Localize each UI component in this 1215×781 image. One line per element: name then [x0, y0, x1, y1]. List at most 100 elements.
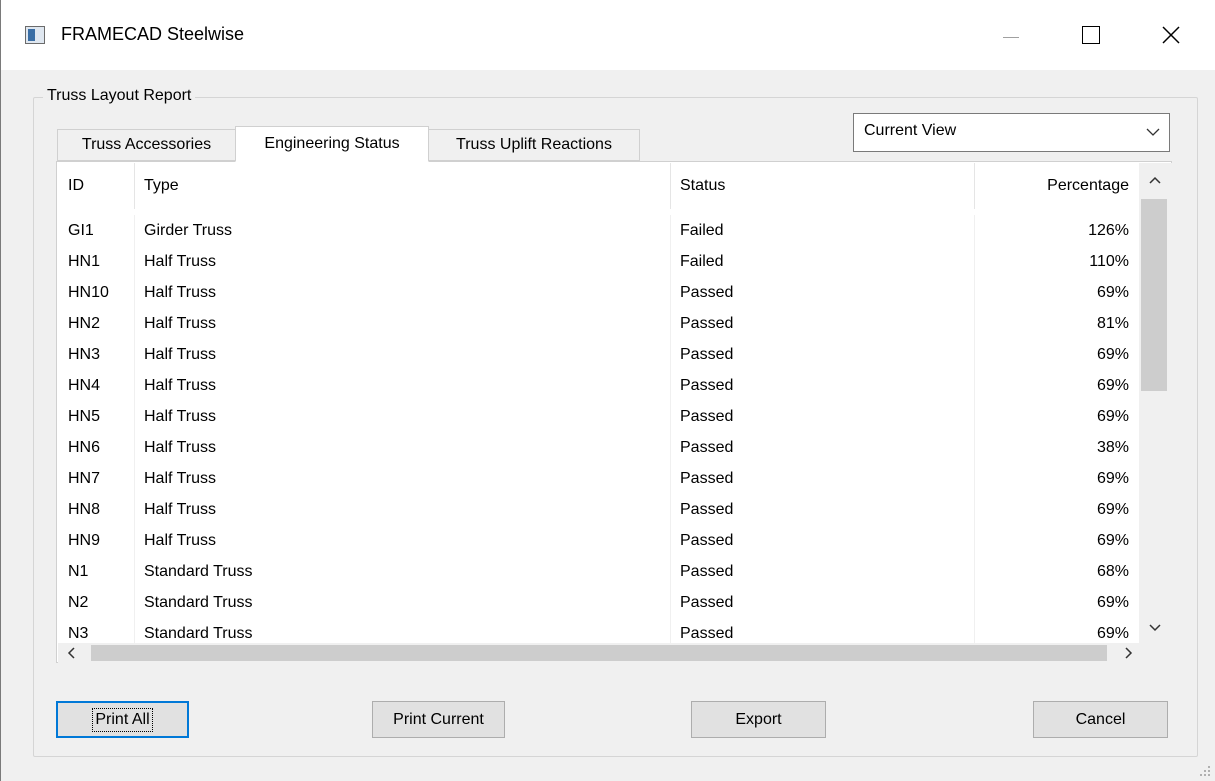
cell-status: Passed: [680, 346, 734, 363]
cell-percentage: 69%: [1096, 346, 1129, 363]
scroll-left-icon[interactable]: [64, 645, 80, 661]
cell-percentage: 38%: [1096, 439, 1129, 456]
column-header-type[interactable]: Type: [134, 163, 670, 209]
row-divider: [670, 525, 671, 556]
column-header-percentage[interactable]: Percentage: [974, 163, 1139, 209]
row-divider: [134, 525, 135, 556]
table-row[interactable]: HN1 Half Truss Failed 110%: [58, 246, 1139, 277]
cell-status: Passed: [680, 625, 734, 642]
close-button[interactable]: [1141, 0, 1201, 70]
row-divider: [974, 587, 975, 618]
horizontal-scroll-thumb[interactable]: [91, 645, 1107, 661]
cell-status: Passed: [680, 594, 734, 611]
cell-status: Passed: [680, 470, 734, 487]
row-divider: [134, 370, 135, 401]
row-divider: [670, 246, 671, 277]
row-divider: [134, 494, 135, 525]
cell-id: HN6: [68, 439, 101, 456]
row-divider: [134, 556, 135, 587]
row-divider: [974, 618, 975, 643]
status-list[interactable]: ID Type Status Percentage GI1 Girder Trus…: [58, 163, 1139, 643]
row-divider: [670, 618, 671, 643]
scroll-right-icon[interactable]: [1120, 645, 1136, 661]
title-bar: FRAMECAD Steelwise: [1, 0, 1215, 70]
row-divider: [670, 277, 671, 308]
row-divider: [670, 432, 671, 463]
cell-percentage: 68%: [1096, 563, 1129, 580]
cell-type: Half Truss: [144, 532, 217, 549]
row-divider: [134, 277, 135, 308]
minimize-button[interactable]: [981, 0, 1041, 70]
chevron-down-icon: [1146, 128, 1160, 136]
cell-type: Girder Truss: [144, 222, 233, 239]
row-divider: [974, 215, 975, 246]
table-row[interactable]: HN7 Half Truss Passed 69%: [58, 463, 1139, 494]
row-divider: [974, 463, 975, 494]
row-divider: [134, 587, 135, 618]
row-divider: [974, 432, 975, 463]
list-rows: GI1 Girder Truss Failed 126% HN1 Half Truss Fa…: [58, 215, 1139, 643]
cell-percentage: 69%: [1096, 532, 1129, 549]
cell-id: N3: [68, 625, 89, 642]
table-row[interactable]: N3 Standard Truss Passed 69%: [58, 618, 1139, 643]
table-row[interactable]: HN10 Half Truss Passed 69%: [58, 277, 1139, 308]
cell-id: HN4: [68, 377, 101, 394]
dialog-window: FRAMECAD Steelwise Truss Layout Report T…: [0, 0, 1215, 781]
row-divider: [974, 494, 975, 525]
tab-engineering-status[interactable]: Engineering Status: [235, 126, 429, 162]
table-row[interactable]: N2 Standard Truss Passed 69%: [58, 587, 1139, 618]
cell-type: Half Truss: [144, 470, 217, 487]
cell-status: Passed: [680, 532, 734, 549]
cancel-button[interactable]: Cancel: [1033, 701, 1168, 738]
cell-status: Passed: [680, 501, 734, 518]
view-select[interactable]: Current View: [853, 113, 1170, 152]
table-row[interactable]: GI1 Girder Truss Failed 126%: [58, 215, 1139, 246]
cell-type: Half Truss: [144, 501, 217, 518]
table-row[interactable]: HN6 Half Truss Passed 38%: [58, 432, 1139, 463]
cell-id: N1: [68, 563, 89, 580]
engineering-status-panel: ID Type Status Percentage GI1 Girder Trus…: [56, 161, 1172, 663]
scroll-up-icon[interactable]: [1147, 173, 1163, 189]
column-header-id[interactable]: ID: [58, 163, 134, 209]
scroll-down-icon[interactable]: [1147, 619, 1163, 635]
print-current-button[interactable]: Print Current: [372, 701, 505, 738]
cell-status: Failed: [680, 253, 724, 270]
resize-grip-icon[interactable]: [1197, 763, 1211, 777]
view-select-value: Current View: [864, 122, 957, 139]
cell-status: Passed: [680, 408, 734, 425]
tab-truss-accessories[interactable]: Truss Accessories: [57, 129, 236, 161]
tab-truss-uplift-reactions[interactable]: Truss Uplift Reactions: [428, 129, 640, 161]
cell-status: Passed: [680, 439, 734, 456]
row-divider: [974, 401, 975, 432]
row-divider: [974, 556, 975, 587]
table-row[interactable]: HN9 Half Truss Passed 69%: [58, 525, 1139, 556]
row-divider: [670, 494, 671, 525]
cell-id: HN9: [68, 532, 101, 549]
cell-type: Standard Truss: [144, 594, 253, 611]
table-row[interactable]: HN3 Half Truss Passed 69%: [58, 339, 1139, 370]
vertical-scroll-thumb[interactable]: [1141, 199, 1167, 391]
horizontal-scrollbar[interactable]: [58, 643, 1172, 663]
maximize-button[interactable]: [1061, 0, 1121, 70]
table-row[interactable]: N1 Standard Truss Passed 68%: [58, 556, 1139, 587]
table-row[interactable]: HN4 Half Truss Passed 69%: [58, 370, 1139, 401]
print-all-button[interactable]: Print All: [56, 701, 189, 738]
row-divider: [670, 401, 671, 432]
table-row[interactable]: HN8 Half Truss Passed 69%: [58, 494, 1139, 525]
row-divider: [670, 556, 671, 587]
cell-percentage: 69%: [1096, 594, 1129, 611]
cell-percentage: 81%: [1096, 315, 1129, 332]
table-row[interactable]: HN2 Half Truss Passed 81%: [58, 308, 1139, 339]
cell-type: Half Truss: [144, 377, 217, 394]
column-header-status[interactable]: Status: [670, 163, 974, 209]
groupbox-label: Truss Layout Report: [43, 87, 196, 105]
export-button[interactable]: Export: [691, 701, 826, 738]
vertical-scrollbar[interactable]: [1139, 163, 1172, 643]
cell-type: Standard Truss: [144, 625, 253, 642]
cell-percentage: 69%: [1096, 625, 1129, 642]
table-row[interactable]: HN5 Half Truss Passed 69%: [58, 401, 1139, 432]
cell-id: HN7: [68, 470, 101, 487]
cell-type: Half Truss: [144, 346, 217, 363]
print-all-label: Print All: [92, 707, 153, 732]
cell-status: Passed: [680, 284, 734, 301]
